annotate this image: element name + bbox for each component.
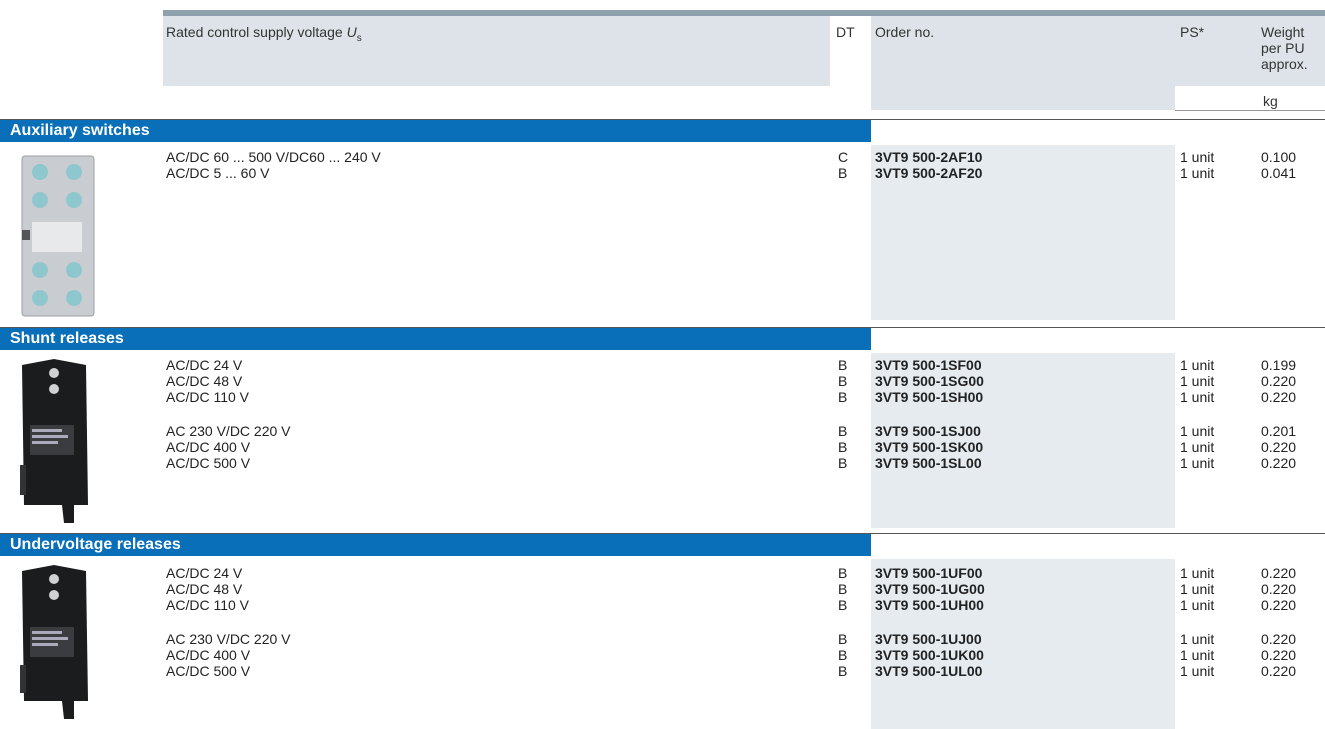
list-item-weight: 0.199 [1261, 357, 1297, 373]
list-item-order: 3VT9 500-1SJ00 [875, 423, 981, 439]
list-item-weight: 0.220 [1261, 647, 1297, 663]
list-item-order: 3VT9 500-1UG00 [875, 581, 985, 597]
list-item-ps: 1 unit [1180, 663, 1215, 679]
list-item-order: 3VT9 500-2AF10 [875, 149, 983, 165]
list-item-ps: 1 unit [1180, 389, 1215, 405]
list-item-order: 3VT9 500-1UK00 [875, 647, 984, 663]
list-item-order: 3VT9 500-1SL00 [875, 455, 982, 471]
list-item-dt: B [838, 423, 848, 439]
list-item-weight: 0.220 [1261, 565, 1297, 581]
list-item-desc: AC/DC 60 ... 500 V/DC60 ... 240 V [166, 149, 381, 165]
list-item-dt: C [838, 149, 849, 165]
list-item-weight: 0.220 [1261, 439, 1297, 455]
header-unit-rule [1175, 110, 1325, 111]
list-item-ps: 1 unit [1180, 423, 1215, 439]
list-item-weight: 0.220 [1261, 373, 1297, 389]
list-item-order: 3VT9 500-1SH00 [875, 389, 984, 405]
list-item-ps: 1 unit [1180, 373, 1215, 389]
list-item-desc: AC/DC 24 V [166, 565, 243, 581]
list-item-desc: AC/DC 110 V [166, 389, 249, 405]
section-title-shunt-releases: Shunt releases [0, 328, 871, 350]
list-item-ps: 1 unit [1180, 631, 1215, 647]
header-dt: DT [836, 24, 855, 40]
list-item-weight: 0.041 [1261, 165, 1297, 181]
list-item-ps: 1 unit [1180, 647, 1215, 663]
list-item-ps: 1 unit [1180, 149, 1215, 165]
list-item-ps: 1 unit [1180, 597, 1215, 613]
header-weight-unit: kg [1263, 93, 1278, 109]
list-item-weight: 0.220 [1261, 597, 1297, 613]
list-item-desc: AC/DC 5 ... 60 V [166, 165, 270, 181]
list-item-ps: 1 unit [1180, 165, 1215, 181]
header-weight: Weight per PU approx. [1261, 24, 1308, 72]
list-item-weight: 0.220 [1261, 631, 1297, 647]
list-item-order: 3VT9 500-1SK00 [875, 439, 984, 455]
list-item-order: 3VT9 500-1SF00 [875, 357, 982, 373]
list-item-ps: 1 unit [1180, 357, 1215, 373]
list-item-dt: B [838, 165, 848, 181]
list-item-order: 3VT9 500-1UL00 [875, 663, 983, 679]
shunt-release-photo-icon [14, 355, 104, 525]
list-item-desc: AC/DC 48 V [166, 373, 243, 389]
list-item-desc: AC/DC 400 V [166, 647, 251, 663]
list-item-ps: 1 unit [1180, 581, 1215, 597]
list-item-order: 3VT9 500-2AF20 [875, 165, 983, 181]
section-title-undervoltage-releases: Undervoltage releases [0, 534, 871, 556]
list-item-dt: B [838, 597, 848, 613]
list-item-dt: B [838, 663, 848, 679]
list-item-weight: 0.220 [1261, 581, 1297, 597]
list-item-order: 3VT9 500-1UF00 [875, 565, 983, 581]
header-voltage-label: Rated control supply voltage Us [166, 24, 362, 44]
list-item-ps: 1 unit [1180, 455, 1215, 471]
list-item-dt: B [838, 389, 848, 405]
list-item-dt: B [838, 373, 848, 389]
list-item-dt: B [838, 357, 848, 373]
list-item-weight: 0.220 [1261, 389, 1297, 405]
list-item-order: 3VT9 500-1UH00 [875, 597, 984, 613]
list-item-desc: AC 230 V/DC 220 V [166, 631, 291, 647]
list-item-desc: AC/DC 500 V [166, 455, 251, 471]
undervoltage-release-photo-icon [14, 561, 104, 721]
auxiliary-switch-photo-icon [18, 150, 98, 320]
list-item-dt: B [838, 455, 848, 471]
list-item-ps: 1 unit [1180, 565, 1215, 581]
list-item-weight: 0.220 [1261, 663, 1297, 679]
list-item-weight: 0.100 [1261, 149, 1297, 165]
list-item-dt: B [838, 581, 848, 597]
list-item-desc: AC/DC 400 V [166, 439, 251, 455]
list-item-ps: 1 unit [1180, 439, 1215, 455]
list-item-desc: AC/DC 24 V [166, 357, 243, 373]
section-title-auxiliary-switches: Auxiliary switches [0, 120, 871, 142]
header-ps: PS* [1180, 24, 1205, 40]
list-item-weight: 0.201 [1261, 423, 1297, 439]
list-item-desc: AC/DC 48 V [166, 581, 243, 597]
list-item-weight: 0.220 [1261, 455, 1297, 471]
list-item-dt: B [838, 631, 848, 647]
list-item-desc: AC/DC 500 V [166, 663, 251, 679]
list-item-order: 3VT9 500-1SG00 [875, 373, 984, 389]
list-item-dt: B [838, 647, 848, 663]
list-item-desc: AC 230 V/DC 220 V [166, 423, 291, 439]
list-item-order: 3VT9 500-1UJ00 [875, 631, 982, 647]
list-item-dt: B [838, 565, 848, 581]
list-item-dt: B [838, 439, 848, 455]
header-order-no: Order no. [875, 24, 935, 40]
list-item-desc: AC/DC 110 V [166, 597, 249, 613]
